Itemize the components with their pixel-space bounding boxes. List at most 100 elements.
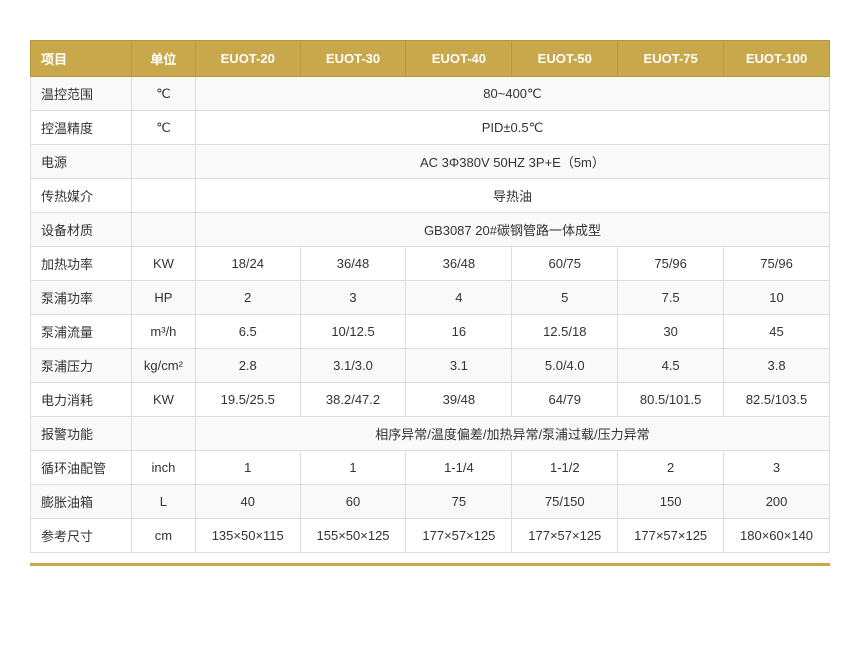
row-value-cell: 5	[512, 281, 618, 315]
row-item: 参考尺寸	[31, 519, 132, 553]
row-value-cell: 80.5/101.5	[618, 383, 724, 417]
table-row: 温控范围℃80~400℃	[31, 77, 830, 111]
row-value-cell: 135×50×115	[195, 519, 300, 553]
row-item: 电源	[31, 145, 132, 179]
row-value-cell: 30	[618, 315, 724, 349]
col-header-model: EUOT-40	[406, 41, 512, 77]
row-item: 报警功能	[31, 417, 132, 451]
row-value-cell: 200	[724, 485, 830, 519]
row-value-cell: 12.5/18	[512, 315, 618, 349]
row-value-cell: 45	[724, 315, 830, 349]
table-row: 膨胀油箱L40607575/150150200	[31, 485, 830, 519]
row-unit: m³/h	[131, 315, 195, 349]
row-unit	[131, 179, 195, 213]
col-header-unit: 单位	[131, 41, 195, 77]
row-unit: KW	[131, 383, 195, 417]
table-row: 设备材质 GB3087 20#碳钢管路一体成型	[31, 213, 830, 247]
row-value-cell: 2	[618, 451, 724, 485]
table-row: 加热功率KW18/2436/4836/4860/7575/9675/96	[31, 247, 830, 281]
row-value-cell: 36/48	[406, 247, 512, 281]
col-header-model: EUOT-75	[618, 41, 724, 77]
row-value-span: GB3087 20#碳钢管路一体成型	[195, 213, 829, 247]
row-unit	[131, 145, 195, 179]
row-value-cell: 180×60×140	[724, 519, 830, 553]
row-value-cell: 155×50×125	[300, 519, 406, 553]
row-value-cell: 38.2/47.2	[300, 383, 406, 417]
table-row: 电源 AC 3Φ380V 50HZ 3P+E（5m）	[31, 145, 830, 179]
row-value-cell: 75/150	[512, 485, 618, 519]
row-value-span: PID±0.5℃	[195, 111, 829, 145]
bottom-line	[30, 563, 830, 566]
row-value-cell: 1-1/4	[406, 451, 512, 485]
row-item: 设备材质	[31, 213, 132, 247]
table-row: 电力消耗KW19.5/25.538.2/47.239/4864/7980.5/1…	[31, 383, 830, 417]
table-row: 参考尺寸cm135×50×115155×50×125177×57×125177×…	[31, 519, 830, 553]
row-value-cell: 6.5	[195, 315, 300, 349]
row-unit	[131, 213, 195, 247]
row-value-cell: 3.8	[724, 349, 830, 383]
row-value-cell: 40	[195, 485, 300, 519]
col-header-model: EUOT-100	[724, 41, 830, 77]
row-item: 泵浦功率	[31, 281, 132, 315]
row-value-cell: 60	[300, 485, 406, 519]
row-value-cell: 3.1	[406, 349, 512, 383]
row-value-cell: 75/96	[618, 247, 724, 281]
row-value-span: 80~400℃	[195, 77, 829, 111]
row-value-cell: 36/48	[300, 247, 406, 281]
row-value-cell: 10	[724, 281, 830, 315]
row-unit: cm	[131, 519, 195, 553]
row-value-span: 相序异常/温度偏差/加热异常/泵浦过载/压力异常	[195, 417, 829, 451]
row-unit: HP	[131, 281, 195, 315]
col-header-model: EUOT-50	[512, 41, 618, 77]
row-item: 加热功率	[31, 247, 132, 281]
row-item: 温控范围	[31, 77, 132, 111]
col-header-model: EUOT-20	[195, 41, 300, 77]
row-value-cell: 3.1/3.0	[300, 349, 406, 383]
row-item: 控温精度	[31, 111, 132, 145]
col-header-item: 项目	[31, 41, 132, 77]
row-item: 泵浦流量	[31, 315, 132, 349]
row-value-cell: 2.8	[195, 349, 300, 383]
row-value-cell: 5.0/4.0	[512, 349, 618, 383]
table-row: 泵浦流量m³/h6.510/12.51612.5/183045	[31, 315, 830, 349]
table-row: 传热媒介 导热油	[31, 179, 830, 213]
row-unit: KW	[131, 247, 195, 281]
row-value-cell: 60/75	[512, 247, 618, 281]
row-item: 传热媒介	[31, 179, 132, 213]
row-value-cell: 177×57×125	[618, 519, 724, 553]
row-value-cell: 39/48	[406, 383, 512, 417]
row-value-cell: 16	[406, 315, 512, 349]
row-value-cell: 1	[300, 451, 406, 485]
row-unit: ℃	[131, 77, 195, 111]
row-value-cell: 7.5	[618, 281, 724, 315]
col-header-model: EUOT-30	[300, 41, 406, 77]
row-value-cell: 1	[195, 451, 300, 485]
row-item: 电力消耗	[31, 383, 132, 417]
row-value-cell: 18/24	[195, 247, 300, 281]
row-unit: L	[131, 485, 195, 519]
row-unit: kg/cm²	[131, 349, 195, 383]
row-value-cell: 3	[724, 451, 830, 485]
row-value-cell: 3	[300, 281, 406, 315]
row-value-span: 导热油	[195, 179, 829, 213]
row-value-cell: 4	[406, 281, 512, 315]
row-value-cell: 1-1/2	[512, 451, 618, 485]
row-value-cell: 82.5/103.5	[724, 383, 830, 417]
row-unit: ℃	[131, 111, 195, 145]
row-value-cell: 10/12.5	[300, 315, 406, 349]
row-value-cell: 4.5	[618, 349, 724, 383]
row-value-cell: 75/96	[724, 247, 830, 281]
row-value-cell: 19.5/25.5	[195, 383, 300, 417]
row-item: 泵浦压力	[31, 349, 132, 383]
row-value-cell: 64/79	[512, 383, 618, 417]
row-value-span: AC 3Φ380V 50HZ 3P+E（5m）	[195, 145, 829, 179]
table-row: 循环油配管inch111-1/41-1/223	[31, 451, 830, 485]
table-row: 泵浦压力kg/cm²2.83.1/3.03.15.0/4.04.53.8	[31, 349, 830, 383]
table-row: 控温精度℃PID±0.5℃	[31, 111, 830, 145]
row-unit: inch	[131, 451, 195, 485]
row-value-cell: 177×57×125	[406, 519, 512, 553]
row-item: 循环油配管	[31, 451, 132, 485]
row-value-cell: 2	[195, 281, 300, 315]
table-row: 泵浦功率HP23457.510	[31, 281, 830, 315]
row-value-cell: 75	[406, 485, 512, 519]
